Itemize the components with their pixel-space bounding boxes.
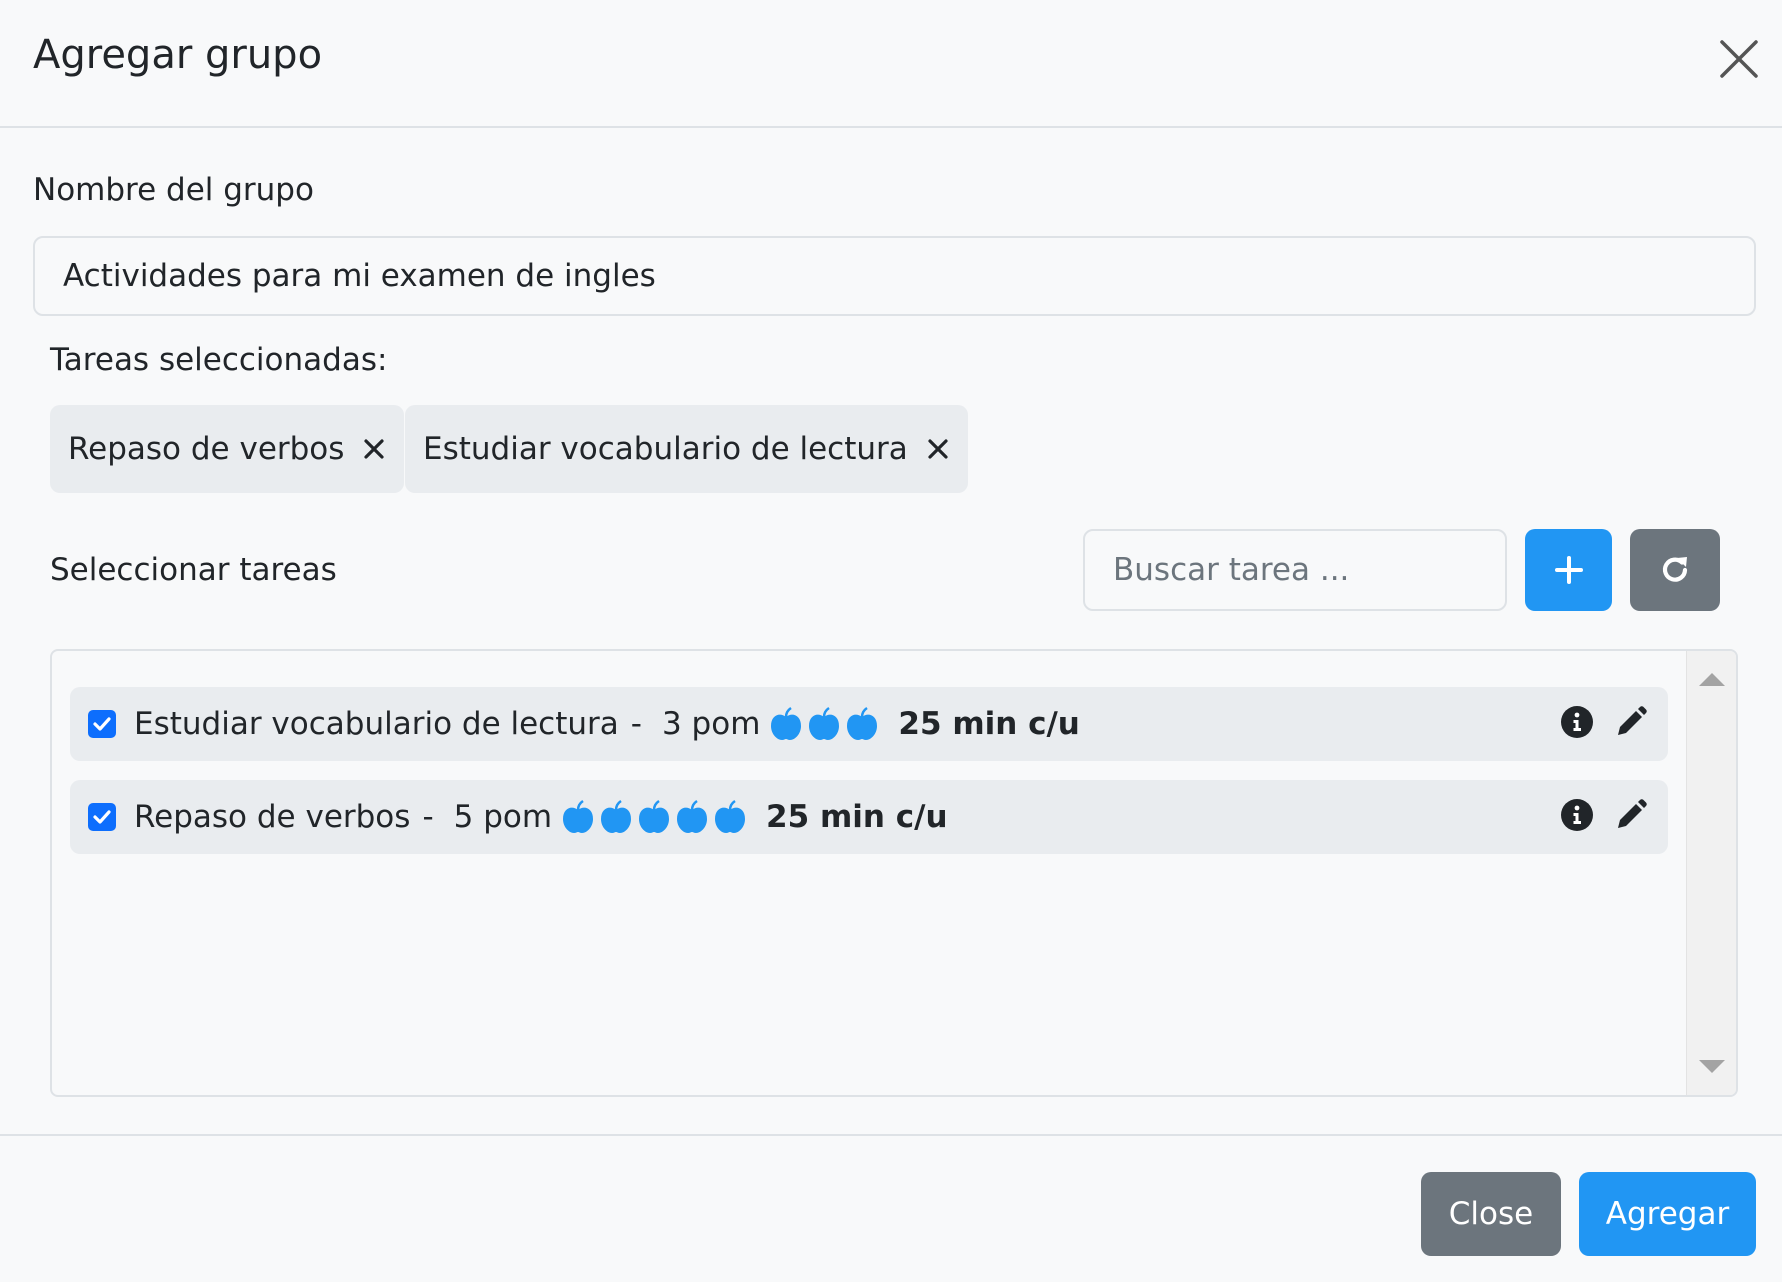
selected-task-chip: Repaso de verbos	[50, 405, 405, 493]
search-task-input[interactable]	[1083, 529, 1507, 611]
close-icon[interactable]	[1718, 38, 1760, 80]
pomodoro-apples	[768, 706, 880, 742]
task-checkbox[interactable]	[88, 710, 116, 738]
selected-tasks-label: Tareas seleccionadas:	[50, 342, 388, 378]
task-pom-count: 5 pom	[453, 799, 553, 835]
close-button[interactable]: Close	[1421, 1172, 1561, 1256]
plus-icon	[1554, 556, 1583, 584]
task-actions	[1560, 705, 1648, 739]
info-icon[interactable]	[1560, 705, 1594, 739]
add-task-button[interactable]	[1525, 529, 1612, 611]
chip-label: Estudiar vocabulario de lectura	[423, 431, 908, 467]
chip-label: Repaso de verbos	[68, 431, 345, 467]
remove-chip-icon[interactable]	[362, 437, 386, 461]
task-pom-count: 3 pom	[661, 706, 761, 742]
check-icon	[93, 717, 111, 731]
selected-task-chip: Estudiar vocabulario de lectura	[405, 405, 968, 493]
apple-icon	[847, 706, 878, 740]
task-actions	[1560, 798, 1648, 832]
list-scrollbar[interactable]	[1686, 651, 1736, 1095]
task-row: Repaso de verbos - 5 pom 25 min c/u	[70, 780, 1668, 854]
edit-pencil-icon[interactable]	[1614, 705, 1648, 739]
refresh-button[interactable]	[1630, 529, 1720, 611]
check-icon	[93, 810, 111, 824]
task-separator: -	[630, 706, 642, 742]
modal-title: Agregar grupo	[33, 32, 323, 78]
scroll-down-arrow-icon[interactable]	[1699, 1060, 1725, 1073]
apple-icon	[715, 799, 746, 833]
modal-header: Agregar grupo	[0, 0, 1782, 128]
scroll-up-arrow-icon[interactable]	[1699, 673, 1725, 686]
edit-pencil-icon[interactable]	[1614, 798, 1648, 832]
refresh-icon	[1662, 557, 1688, 582]
apple-icon	[809, 706, 840, 740]
pomodoro-apples	[560, 799, 748, 835]
footer-divider	[0, 1134, 1782, 1136]
task-name: Repaso de verbos	[134, 799, 411, 835]
apple-icon	[677, 799, 708, 833]
task-duration: 25 min c/u	[766, 799, 948, 835]
task-name: Estudiar vocabulario de lectura	[134, 706, 619, 742]
apple-icon	[601, 799, 632, 833]
add-group-modal: Agregar grupo Nombre del grupo Actividad…	[0, 0, 1782, 1282]
apple-icon	[639, 799, 670, 833]
apple-icon	[563, 799, 594, 833]
select-tasks-label: Seleccionar tareas	[50, 552, 337, 588]
apple-icon	[771, 706, 802, 740]
info-icon[interactable]	[1560, 798, 1594, 832]
task-list: Estudiar vocabulario de lectura - 3 pom …	[50, 649, 1738, 1097]
group-name-label: Nombre del grupo	[33, 172, 314, 208]
task-row: Estudiar vocabulario de lectura - 3 pom …	[70, 687, 1668, 761]
task-separator: -	[422, 799, 434, 835]
group-name-input[interactable]: Actividades para mi examen de ingles	[33, 236, 1756, 316]
remove-chip-icon[interactable]	[926, 437, 950, 461]
add-group-button[interactable]: Agregar	[1579, 1172, 1756, 1256]
task-duration: 25 min c/u	[898, 706, 1080, 742]
task-checkbox[interactable]	[88, 803, 116, 831]
